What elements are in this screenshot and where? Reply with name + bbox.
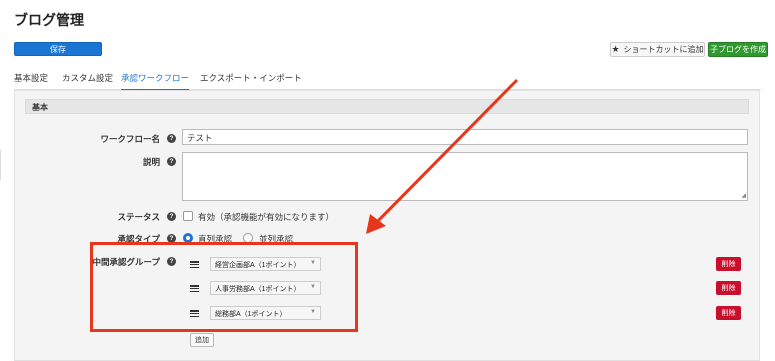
tab-bar: 基本設定 カスタム設定 承認ワークフロー エクスポート・インポート (14, 68, 761, 91)
workflow-name-input[interactable]: テスト (182, 129, 748, 145)
status-checkbox-label: 有効（承認機能が有効になります） (198, 212, 335, 222)
add-shortcut-button[interactable]: ★ ショートカットに追加 (610, 42, 705, 57)
page-title: ブログ管理 (14, 12, 84, 28)
tab-custom-settings[interactable]: カスタム設定 (62, 72, 113, 84)
tab-basic-settings[interactable]: 基本設定 (14, 72, 48, 84)
annotation-highlight-box (90, 242, 358, 332)
delete-button[interactable]: 削除 (716, 257, 741, 271)
description-textarea[interactable]: ◢ (182, 152, 748, 201)
save-button[interactable]: 保存 (14, 42, 102, 56)
tab-export-import[interactable]: エクスポート・インポート (200, 72, 302, 84)
tab-approval-workflow[interactable]: 承認ワークフロー (121, 72, 190, 91)
help-icon[interactable]: ? (167, 212, 176, 221)
delete-button[interactable]: 削除 (716, 306, 741, 320)
resize-handle-icon[interactable]: ◢ (741, 192, 746, 199)
status-label: ステータス (117, 212, 160, 222)
workflow-name-label: ワークフロー名 (100, 134, 160, 144)
status-checkbox[interactable] (183, 211, 193, 221)
help-icon[interactable]: ? (167, 134, 176, 143)
star-icon: ★ (611, 44, 620, 54)
description-label: 説明 (142, 157, 160, 167)
help-icon[interactable]: ? (167, 157, 176, 166)
add-shortcut-label: ショートカットに追加 (623, 45, 704, 54)
window-edge (0, 150, 1, 180)
section-header: 基本 (25, 99, 749, 114)
add-group-button[interactable]: 追加 (190, 333, 214, 347)
delete-button[interactable]: 削除 (716, 281, 741, 295)
create-child-blog-button[interactable]: 子ブログを作成 (708, 42, 768, 57)
